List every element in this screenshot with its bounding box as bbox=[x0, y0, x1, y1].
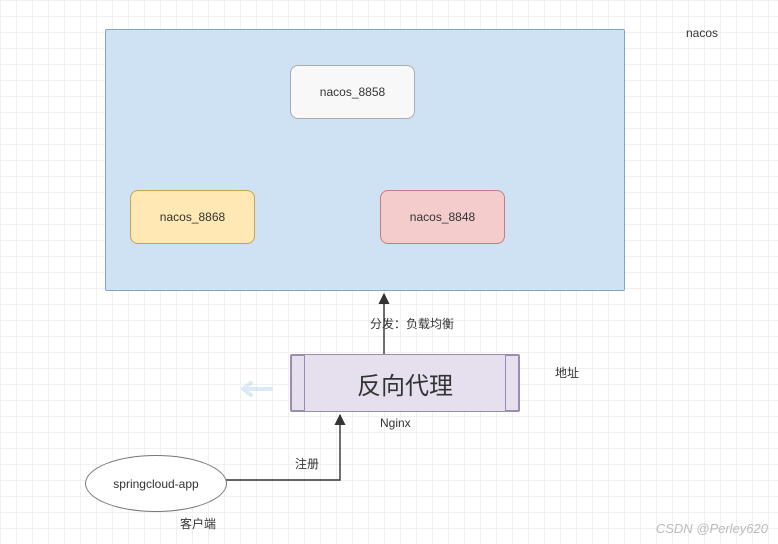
label-register: 注册 bbox=[295, 455, 319, 472]
node-nacos-8868-label: nacos_8868 bbox=[160, 210, 225, 224]
faint-left-arrow-icon bbox=[235, 380, 275, 398]
node-nacos-8868: nacos_8868 bbox=[130, 190, 255, 244]
node-nacos-8848-label: nacos_8848 bbox=[410, 210, 475, 224]
nacos-cluster-label: nacos bbox=[686, 26, 718, 40]
springcloud-app-node: springcloud-app bbox=[85, 455, 227, 512]
node-nacos-8858: nacos_8858 bbox=[290, 65, 415, 119]
label-client: 客户端 bbox=[180, 515, 216, 532]
nginx-title: 反向代理 bbox=[357, 366, 453, 401]
nginx-handle-right bbox=[505, 355, 519, 411]
nginx-sublabel: Nginx bbox=[380, 416, 411, 430]
node-nacos-8848: nacos_8848 bbox=[380, 190, 505, 244]
nginx-handle-left bbox=[291, 355, 305, 411]
edge-app-to-nginx bbox=[225, 415, 340, 480]
springcloud-app-label: springcloud-app bbox=[113, 477, 198, 491]
label-address: 地址 bbox=[555, 364, 579, 381]
node-nacos-8858-label: nacos_8858 bbox=[320, 85, 385, 99]
watermark: CSDN @Perley620 bbox=[656, 521, 768, 536]
nginx-box: 反向代理 bbox=[290, 354, 520, 412]
label-dispatch: 分发：负载均衡 bbox=[370, 315, 454, 332]
